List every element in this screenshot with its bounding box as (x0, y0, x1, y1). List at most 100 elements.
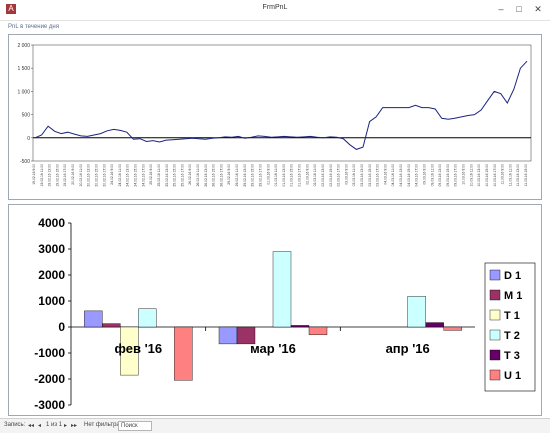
bar (272, 251, 292, 328)
x-tick-label: 04.03.16 11:00 (391, 164, 395, 186)
x-tick-label: 03.03.16 9:00 (344, 164, 348, 185)
x-tick-label: 04.03.16 9:00 (383, 164, 387, 185)
x-tick-label: 01.03.16 17:00 (298, 164, 302, 187)
legend-label: T 1 (504, 310, 520, 322)
maximize-button[interactable]: □ (512, 3, 526, 15)
x-tick-label: 19.02.16 15:00 (55, 164, 59, 187)
y-tick-label: 2000 (38, 268, 65, 282)
previous-record-button[interactable]: ◂ (38, 422, 41, 429)
legend-label: M 1 (504, 290, 522, 302)
next-record-button[interactable]: ▸ (64, 422, 67, 429)
form-subtitle: PnL в течение дня (8, 24, 59, 30)
x-tick-label: 10.03.16 9:00 (462, 164, 466, 185)
x-tick-label: 29.02.16 17:00 (258, 164, 262, 187)
y-tick-label: 500 (22, 113, 31, 119)
search-input[interactable]: Поиск (118, 421, 152, 431)
bar (138, 308, 157, 328)
x-tick-label: 25.02.16 15:00 (173, 164, 177, 187)
x-tick-label: 29.02.16 9:00 (227, 164, 231, 185)
legend-swatch (489, 369, 501, 381)
last-record-button[interactable]: ▸▸ (71, 422, 77, 429)
x-tick-label: 20.02.16 13:00 (87, 164, 91, 187)
x-tick-label: 19.02.16 13:00 (48, 164, 52, 187)
legend-swatch (489, 269, 501, 281)
x-tick-label: 20.02.16 11:00 (79, 164, 83, 186)
bar (174, 326, 193, 381)
y-tick-label: -1000 (34, 346, 65, 360)
bar (218, 326, 238, 345)
x-tick-label: 24.02.16 11:00 (118, 164, 122, 186)
x-tick-label: 01.03.16 13:00 (282, 164, 286, 187)
x-tick-label: 29.02.16 13:00 (243, 164, 247, 187)
legend-label: U 1 (504, 370, 521, 382)
first-record-button[interactable]: ◂◂ (28, 422, 34, 429)
x-tick-label: 09.03.16 17:00 (454, 164, 458, 187)
y-tick-label: -3000 (34, 398, 65, 412)
x-tick-label: 09.03.16 13:00 (438, 164, 442, 187)
x-tick-label: 01.03.16 15:00 (290, 164, 294, 187)
x-tick-label: 20.02.16 17:00 (102, 164, 106, 187)
filter-status[interactable]: Нет фильтра (84, 422, 120, 428)
line-plot-area (32, 44, 532, 162)
y-tick-label: 3000 (38, 242, 65, 256)
y-tick-label: -500 (20, 159, 30, 165)
monthly-pnl-chart-panel: 4000 3000 2000 1000 0 -1000 -2000 -3000 фев '16 м… (8, 204, 542, 416)
y-tick-label: 0 (27, 136, 30, 142)
bar (407, 296, 426, 328)
intraday-pnl-chart-panel: 2 000 1 500 1 000 500 0 -500 19.02.16 9:00 19.0… (8, 34, 542, 200)
x-tick-label: 26.02.16 11:00 (196, 164, 200, 186)
category-label: мар '16 (250, 341, 296, 356)
legend-label: T 3 (504, 350, 520, 362)
x-tick-label: 04.03.16 17:00 (415, 164, 419, 187)
x-tick-label: 02.03.16 9:00 (305, 164, 309, 185)
record-position[interactable]: 1 из 1 (46, 422, 62, 428)
close-button[interactable]: ✕ (531, 3, 545, 15)
legend-swatch (489, 349, 501, 361)
x-tick-label: 11.03.16 11:00 (508, 164, 512, 186)
x-tick-label: 25.02.16 11:00 (157, 164, 161, 186)
x-tick-label: 11.03.16 13:00 (516, 164, 520, 186)
x-tick-label: 26.02.16 15:00 (212, 164, 216, 187)
x-tick-label: 03.03.16 15:00 (368, 164, 372, 187)
x-tick-label: 25.02.16 17:00 (180, 164, 184, 187)
record-navigation-bar: Запись: ◂◂ ◂ 1 из 1 ▸ ▸▸ Нет фильтра Пои… (0, 418, 550, 433)
x-tick-label: 24.02.16 9:00 (110, 164, 114, 185)
title-bar: A FrmPnL – □ ✕ (0, 0, 550, 21)
legend-swatch (489, 309, 501, 321)
legend-swatch (489, 329, 501, 341)
x-tick-label: 03.03.16 17:00 (376, 164, 380, 187)
x-tick-label: 19.02.16 17:00 (63, 164, 67, 187)
x-tick-label: 01.03.16 11:00 (274, 164, 278, 186)
x-tick-label: 02.03.16 17:00 (337, 164, 341, 187)
minimize-button[interactable]: – (494, 3, 508, 15)
x-tick-label: 09.03.16 9:00 (422, 164, 426, 185)
x-tick-label: 26.02.16 17:00 (219, 164, 223, 187)
x-tick-label: 26.02.16 9:00 (188, 164, 192, 185)
y-tick-label: 1 500 (17, 66, 30, 72)
category-label: фев '16 (115, 341, 163, 356)
record-label: Запись: (4, 422, 26, 428)
x-tick-label: 03.03.16 11:00 (352, 164, 356, 186)
y-tick-label: 0 (58, 320, 65, 334)
x-tick-label: 26.02.16 13:00 (204, 164, 208, 187)
x-tick-label: 11.03.16 15:00 (524, 164, 528, 186)
x-tick-label: 10.03.16 17:00 (493, 164, 497, 187)
bar (308, 326, 328, 336)
intraday-pnl-line-chart: 2 000 1 500 1 000 500 0 -50019.02.16 9:00 19.0… (17, 43, 532, 187)
x-tick-label: 09.03.16 11:00 (430, 164, 434, 186)
legend-label: T 2 (504, 330, 520, 342)
x-tick-label: 10.03.16 13:00 (477, 164, 481, 187)
x-tick-label: 02.03.16 13:00 (321, 164, 325, 187)
y-tick-label: 4000 (38, 216, 65, 230)
x-tick-label: 24.02.16 17:00 (141, 164, 145, 187)
y-tick-label: -2000 (34, 372, 65, 386)
legend-swatch (489, 289, 501, 301)
x-tick-label: 20.02.16 15:00 (94, 164, 98, 187)
monthly-pnl-bar-chart: 4000 3000 2000 1000 0 -1000 -2000 -3000 фев '16 м… (34, 216, 536, 412)
x-tick-label: 20.02.16 9:00 (71, 164, 75, 185)
window-title: FrmPnL (262, 4, 288, 11)
x-tick-label: 01.03.16 9:00 (266, 164, 270, 185)
bar (102, 323, 121, 328)
x-tick-label: 29.02.16 11:00 (235, 164, 239, 186)
category-label: апр '16 (386, 341, 430, 356)
